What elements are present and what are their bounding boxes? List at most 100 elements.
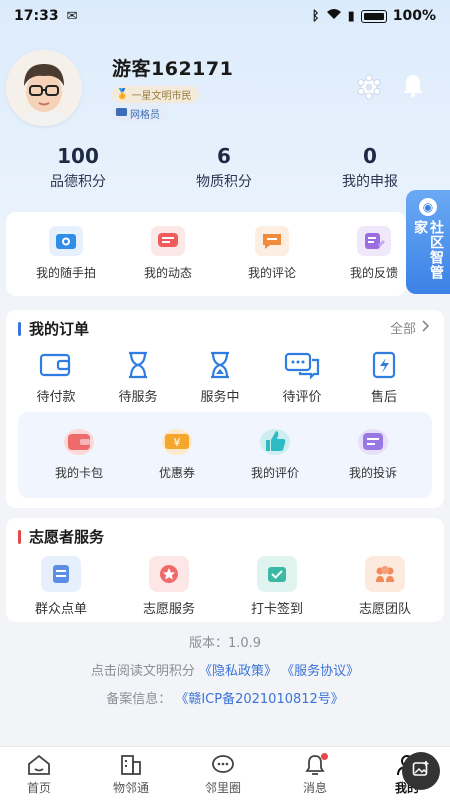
quick-actions-card: 我的随手拍 我的动态 我的评论 我的反馈 xyxy=(6,212,406,296)
volunteer-label: 群众点单 xyxy=(34,602,87,617)
side-tab-label: 社区智管家 xyxy=(412,219,444,280)
hourglass-icon xyxy=(120,350,156,380)
complaint-icon xyxy=(354,424,392,458)
chat-bubble-icon xyxy=(210,753,236,777)
quick-label: 我的动态 xyxy=(143,266,192,280)
unread-dot xyxy=(321,753,328,760)
volunteer-service[interactable]: 志愿服务 xyxy=(124,556,214,617)
battery-level: 100% xyxy=(392,8,436,24)
bluetooth-icon: ᛒ xyxy=(311,8,320,24)
stat-morality-points[interactable]: 100 品德积分 xyxy=(18,144,138,191)
stat-value: 6 xyxy=(217,144,231,168)
stats-row: 100 品德积分 6 物质积分 0 我的申报 xyxy=(0,144,450,194)
service-agreement-link[interactable]: 《服务协议》 xyxy=(281,664,359,679)
my-card-wallet[interactable]: 我的卡包 xyxy=(34,424,124,481)
volunteer-checkin[interactable]: 打卡签到 xyxy=(232,556,322,617)
avatar[interactable] xyxy=(6,50,82,126)
all-orders-label: 全部 xyxy=(389,322,416,337)
aftersale-icon xyxy=(366,350,402,380)
sub-label: 我的评价 xyxy=(250,466,299,480)
volunteer-label: 志愿团队 xyxy=(358,602,411,617)
floating-image-button[interactable] xyxy=(402,752,440,790)
message-icon xyxy=(151,226,185,256)
my-coupons[interactable]: ¥ 优惠券 xyxy=(132,424,222,481)
record-prefix: 备案信息： xyxy=(106,692,172,707)
building-icon xyxy=(118,753,144,777)
sim-icon: ▮ xyxy=(347,8,355,24)
stat-label: 物质积分 xyxy=(196,174,252,190)
comment-icon xyxy=(255,226,289,256)
bell-icon[interactable] xyxy=(400,72,426,98)
order-after-sale[interactable]: 售后 xyxy=(344,350,424,405)
wallet-icon xyxy=(38,350,74,380)
tab-label: 邻里圈 xyxy=(204,781,241,795)
camera-icon xyxy=(49,226,83,256)
tab-messages[interactable]: 消息 xyxy=(280,753,350,796)
record-line: 备案信息： 《赣ICP备2021010812号》 xyxy=(0,688,450,707)
icp-record-link[interactable]: 《赣ICP备2021010812号》 xyxy=(175,692,343,707)
tab-neighbor-link[interactable]: 物邻通 xyxy=(96,753,166,796)
order-label: 待评价 xyxy=(282,390,322,405)
stat-value: 0 xyxy=(363,144,377,168)
order-label: 待服务 xyxy=(118,390,158,405)
stat-label: 我的申报 xyxy=(342,174,398,190)
robot-icon: ◉ xyxy=(419,198,437,216)
star-icon xyxy=(149,556,189,592)
all-orders-link[interactable]: 全部 xyxy=(390,318,430,337)
mail-icon: ✉ xyxy=(66,8,78,24)
agreement-line: 点击阅读文明积分 《隐私政策》 《服务协议》 xyxy=(0,660,450,679)
quick-my-posts[interactable]: 我的动态 xyxy=(128,226,208,281)
tab-neighborhood[interactable]: 邻里圈 xyxy=(188,753,258,796)
my-complaints[interactable]: 我的投诉 xyxy=(328,424,418,481)
order-label: 服务中 xyxy=(200,390,240,405)
volunteer-team[interactable]: 志愿团队 xyxy=(340,556,430,617)
order-in-service[interactable]: 服务中 xyxy=(180,350,260,405)
volunteer-label: 打卡签到 xyxy=(250,602,303,617)
orders-card: 我的订单 全部 待付款 待服务 服务中 待评价 售后 我的卡包 ¥ 优惠券 我的… xyxy=(6,310,444,508)
bell-icon xyxy=(302,753,328,777)
order-pending-service[interactable]: 待服务 xyxy=(98,350,178,405)
clock: 17:33 xyxy=(14,8,59,24)
quick-my-snapshots[interactable]: 我的随手拍 xyxy=(26,226,106,281)
stat-value: 100 xyxy=(57,144,99,168)
battery-icon xyxy=(360,9,387,23)
chat-icon xyxy=(284,350,320,380)
coupon-icon: ¥ xyxy=(158,424,196,458)
quick-my-comments[interactable]: 我的评论 xyxy=(232,226,312,281)
quick-label: 我的随手拍 xyxy=(35,266,96,280)
civil-badge-label: 一星文明市民 xyxy=(131,91,192,102)
volunteer-card: 志愿者服务 群众点单 志愿服务 打卡签到 志愿团队 xyxy=(6,518,444,622)
grid-badge-label: 网格员 xyxy=(130,110,160,121)
grid-icon xyxy=(116,107,127,120)
quick-my-feedback[interactable]: 我的反馈 xyxy=(334,226,414,281)
tab-label: 消息 xyxy=(302,781,327,795)
order-pending-payment[interactable]: 待付款 xyxy=(16,350,96,405)
checkin-icon xyxy=(257,556,297,592)
order-label: 售后 xyxy=(370,390,397,405)
svg-text:¥: ¥ xyxy=(174,436,181,449)
tab-label: 物邻通 xyxy=(112,781,149,795)
orders-title: 我的订单 xyxy=(29,320,90,338)
username: 游客162171 xyxy=(112,58,234,80)
card-wallet-icon xyxy=(60,424,98,458)
gear-icon[interactable] xyxy=(356,74,382,100)
quick-label: 我的评论 xyxy=(247,266,296,280)
volunteer-mass-order[interactable]: 群众点单 xyxy=(16,556,106,617)
tab-home[interactable]: 首页 xyxy=(4,753,74,796)
section-accent-bar xyxy=(18,321,21,336)
privacy-policy-link[interactable]: 《隐私政策》 xyxy=(199,664,277,679)
volunteer-title: 志愿者服务 xyxy=(29,528,105,546)
my-reviews[interactable]: 我的评价 xyxy=(230,424,320,481)
stat-my-reports[interactable]: 0 我的申报 xyxy=(310,144,430,191)
status-bar: 17:33 ✉ ᛒ ▮ 100% xyxy=(0,0,450,32)
order-pending-review[interactable]: 待评价 xyxy=(262,350,342,405)
stat-material-points[interactable]: 6 物质积分 xyxy=(164,144,284,191)
feedback-icon xyxy=(357,226,391,256)
order-label: 待付款 xyxy=(36,390,76,405)
profile-header: 游客162171 🏅 一星文明市民 网格员 xyxy=(6,50,444,130)
volunteer-label: 志愿服务 xyxy=(142,602,195,617)
section-accent-bar xyxy=(18,529,21,544)
sub-label: 我的卡包 xyxy=(54,466,103,480)
thumbs-up-icon xyxy=(256,424,294,458)
community-manager-tab[interactable]: ◉ 社区智管家 xyxy=(406,190,450,294)
